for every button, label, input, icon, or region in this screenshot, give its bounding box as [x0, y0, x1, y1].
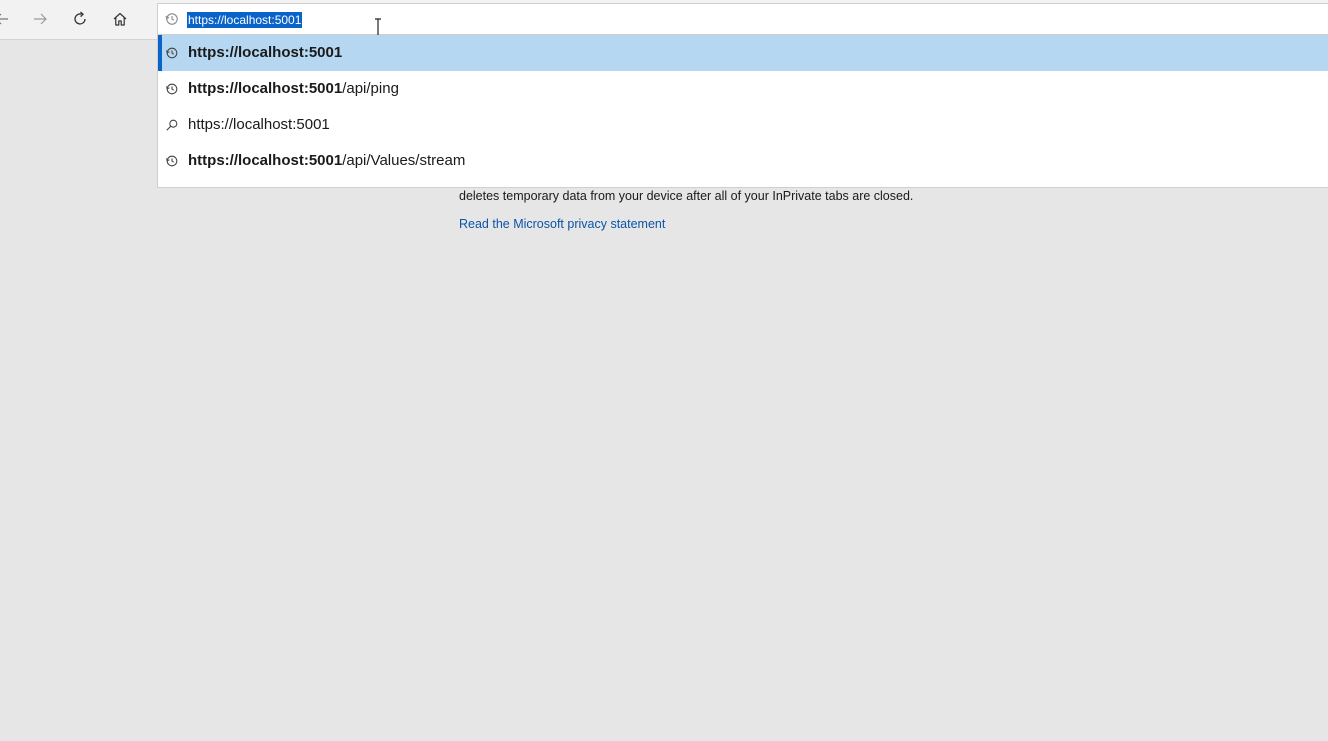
search-icon — [166, 119, 178, 131]
home-icon — [113, 12, 127, 26]
suggestion-rest-part: /api/ping — [342, 80, 399, 97]
refresh-button[interactable] — [64, 4, 96, 34]
suggestion-rest-part: /api/Values/stream — [342, 152, 466, 169]
history-icon — [165, 13, 178, 25]
home-button[interactable] — [104, 4, 136, 34]
suggestion-item[interactable]: https://localhost:5001 — [158, 35, 1328, 71]
arrow-left-icon — [0, 13, 8, 25]
history-icon — [166, 83, 178, 95]
back-button[interactable] — [0, 4, 18, 34]
suggestion-text: https://localhost:5001/api/ping — [188, 71, 399, 107]
suggestion-text: https://localhost:5001 — [188, 107, 330, 143]
privacy-statement-link[interactable]: Read the Microsoft privacy statement — [459, 217, 665, 231]
suggestion-bold-part: https://localhost:5001 — [188, 44, 343, 61]
address-input-value[interactable]: https://localhost:5001 — [187, 12, 303, 28]
history-icon — [166, 155, 178, 167]
inprivate-description-text: deletes temporary data from your device … — [459, 189, 914, 203]
suggestion-item[interactable]: https://localhost:5001 — [158, 107, 1328, 143]
suggestion-text: https://localhost:5001 — [188, 35, 342, 71]
suggestion-text: https://localhost:5001/api/Values/stream — [188, 143, 465, 179]
refresh-icon — [74, 11, 86, 25]
suggestion-bold-part: https://localhost:5001 — [188, 80, 343, 97]
arrow-right-icon — [34, 13, 47, 25]
suggestion-bold-part: https://localhost:5001 — [188, 152, 343, 169]
history-icon — [166, 47, 178, 59]
suggestion-dropdown: https://localhost:5001 https://localhost… — [157, 35, 1328, 188]
suggestion-rest-part: https://localhost:5001 — [188, 116, 330, 133]
suggestion-item[interactable]: https://localhost:5001/api/ping — [158, 71, 1328, 107]
forward-button[interactable] — [24, 4, 56, 34]
suggestion-item[interactable]: https://localhost:5001/api/Values/stream — [158, 143, 1328, 179]
address-bar[interactable]: https://localhost:5001 — [157, 3, 1328, 35]
